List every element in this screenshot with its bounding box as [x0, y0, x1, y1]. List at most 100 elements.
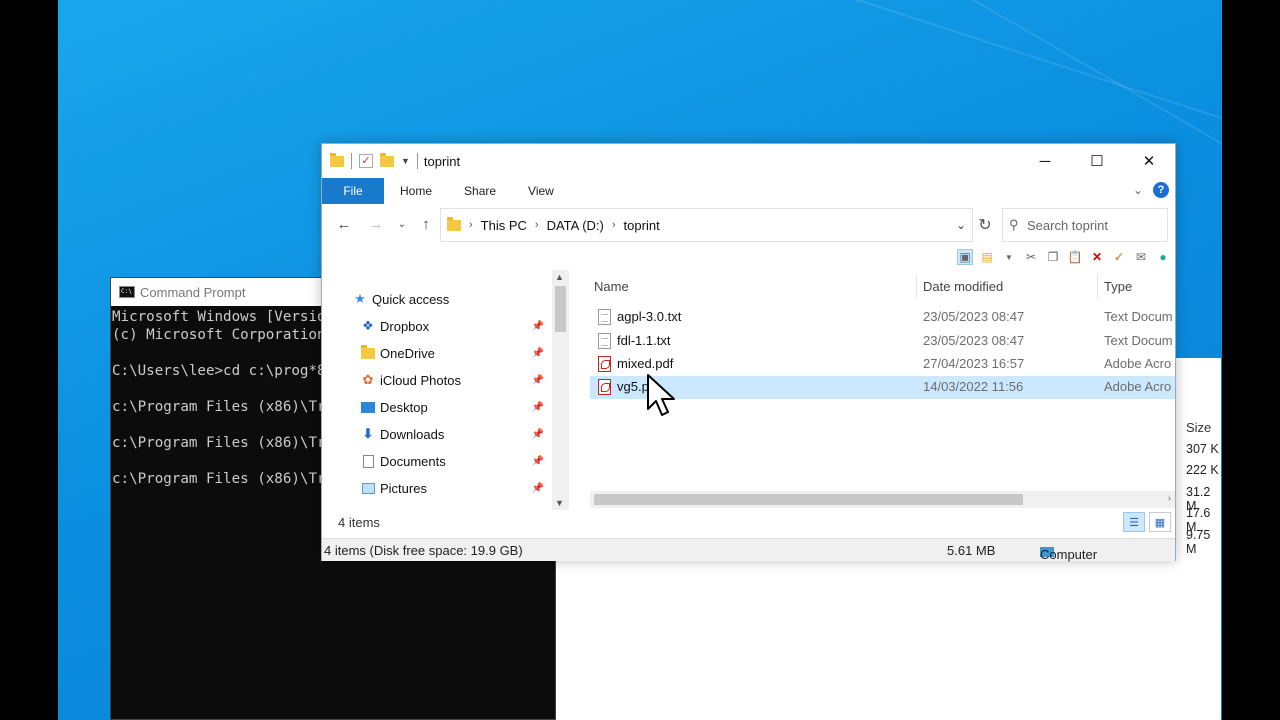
delete-icon[interactable]: ✕ — [1089, 249, 1105, 265]
new-folder-icon[interactable] — [380, 152, 394, 167]
icloud-photos-icon: ✿ — [362, 372, 374, 387]
nav-pane-scrollbar[interactable]: ▲ ▼ — [552, 270, 569, 510]
nav-label: Desktop — [380, 399, 428, 415]
customize-toolbar-icon[interactable]: ▼ — [401, 156, 410, 166]
preview-pane-icon[interactable]: ▣ — [957, 249, 973, 265]
size-value: 222 K — [1186, 463, 1219, 477]
cmd-icon — [119, 286, 135, 298]
dropdown-icon[interactable]: ▼ — [1001, 249, 1017, 265]
column-header-date-modified[interactable]: Date modified — [923, 274, 1003, 298]
status-bar: 4 items (Disk free space: 19.9 GB) 5.61 … — [322, 538, 1175, 562]
nav-quick-access[interactable]: ★ Quick access — [352, 286, 570, 312]
pictures-icon — [360, 481, 376, 495]
cmd-line: (c) Microsoft Corporation — [112, 327, 326, 343]
background-size-column: Size 307 K 222 K 31.2 M 17.6 M 9.75 M — [1176, 412, 1222, 556]
paste-icon[interactable]: 📋 — [1067, 249, 1083, 265]
file-name: vg5.p — [617, 379, 649, 394]
file-type: Text Docum — [1104, 309, 1173, 324]
chevron-right-icon[interactable]: › — [535, 219, 539, 231]
scroll-up-icon[interactable]: ▲ — [555, 272, 564, 282]
nav-desktop[interactable]: Desktop 📌 — [360, 394, 550, 420]
scroll-right-icon[interactable]: › — [1168, 493, 1171, 503]
address-dropdown-icon[interactable]: ⌄ — [956, 218, 966, 232]
dropbox-icon: ❖ — [362, 318, 374, 333]
file-name: fdl-1.1.txt — [617, 333, 671, 348]
expand-ribbon-icon[interactable]: ⌄ — [1133, 183, 1143, 197]
pin-icon[interactable]: 📌 — [532, 456, 544, 467]
close-button[interactable]: ✕ — [1123, 144, 1175, 178]
column-header-name[interactable]: Name — [594, 274, 629, 298]
pin-icon[interactable]: 📌 — [532, 402, 544, 413]
address-bar[interactable]: › This PC › DATA (D:) › toprint ⌄ — [440, 208, 973, 242]
large-icons-view-icon[interactable]: ▦ — [1149, 512, 1171, 532]
details-view-icon[interactable]: ☰ — [1123, 512, 1145, 532]
scroll-thumb[interactable] — [594, 494, 1023, 505]
rename-icon[interactable]: ✓ — [1111, 249, 1127, 265]
help-icon[interactable]: ? — [1153, 182, 1169, 198]
scroll-thumb[interactable] — [555, 286, 566, 332]
refresh-button[interactable]: ↻ — [968, 208, 1002, 242]
breadcrumb-this-pc[interactable]: This PC — [481, 218, 527, 233]
star-icon: ★ — [354, 291, 366, 306]
tab-file[interactable]: File — [322, 178, 384, 204]
search-input[interactable]: ⚲ Search toprint — [1002, 208, 1168, 242]
breadcrumb-toprint[interactable]: toprint — [624, 218, 660, 233]
web-icon[interactable]: ● — [1155, 249, 1171, 265]
tab-view[interactable]: View — [512, 178, 570, 204]
nav-documents[interactable]: Documents 📌 — [360, 448, 550, 474]
maximize-button[interactable]: ☐ — [1071, 144, 1123, 178]
tab-share[interactable]: Share — [448, 178, 512, 204]
file-date: 23/05/2023 08:47 — [923, 333, 1025, 348]
pdf-file-icon — [598, 356, 611, 372]
explorer-titlebar[interactable]: ✓ ▼ toprint ─ ☐ ✕ — [322, 144, 1175, 178]
folder-options-icon[interactable]: ▤ — [979, 249, 995, 265]
scroll-down-icon[interactable]: ▼ — [555, 498, 564, 508]
file-row[interactable]: fdl-1.1.txt 23/05/2023 08:47 Text Docum — [590, 330, 1175, 353]
size-column-header: Size — [1186, 420, 1212, 435]
nav-downloads[interactable]: ⬇ Downloads 📌 — [360, 421, 550, 447]
status-free-space: 4 items (Disk free space: 19.9 GB) — [324, 543, 523, 558]
recent-locations-button[interactable]: ⌄ — [390, 219, 414, 230]
file-row[interactable]: agpl-3.0.txt 23/05/2023 08:47 Text Docum — [590, 306, 1175, 329]
forward-button[interactable]: → — [364, 216, 388, 233]
column-header-type[interactable]: Type — [1104, 274, 1132, 298]
nav-label: iCloud Photos — [380, 372, 461, 388]
file-type: Text Docum — [1104, 333, 1173, 348]
folder-icon[interactable] — [330, 152, 344, 167]
file-list-horizontal-scrollbar[interactable]: › — [590, 491, 1175, 508]
file-name: mixed.pdf — [617, 356, 674, 371]
nav-label: Downloads — [380, 426, 445, 442]
nav-icloud-photos[interactable]: ✿ iCloud Photos 📌 — [360, 367, 550, 393]
breadcrumb-data-drive[interactable]: DATA (D:) — [547, 218, 604, 233]
pin-icon[interactable]: 📌 — [532, 483, 544, 494]
chevron-right-icon[interactable]: › — [469, 219, 473, 231]
navigation-pane: ★ Quick access ❖ Dropbox 📌 OneDrive 📌 ✿ … — [322, 270, 570, 510]
pin-icon[interactable]: 📌 — [532, 321, 544, 332]
chevron-right-icon[interactable]: › — [612, 219, 616, 231]
folder-icon — [360, 344, 376, 360]
sort-indicator-icon: ^ — [745, 270, 749, 274]
pin-icon[interactable]: 📌 — [532, 348, 544, 359]
desktop-icon — [360, 400, 376, 414]
nav-onedrive[interactable]: OneDrive 📌 — [360, 340, 550, 366]
nav-dropbox[interactable]: ❖ Dropbox 📌 — [360, 313, 550, 339]
email-icon[interactable]: ✉ — [1133, 249, 1149, 265]
nav-label: Dropbox — [380, 318, 430, 334]
copy-icon[interactable]: ❐ — [1045, 249, 1061, 265]
pin-icon[interactable]: 📌 — [532, 375, 544, 386]
nav-pictures[interactable]: Pictures 📌 — [360, 475, 550, 501]
file-date: 27/04/2023 16:57 — [923, 356, 1025, 371]
navigation-bar: ← → ⌄ ↑ › This PC › DATA (D:) › toprint … — [322, 206, 1175, 242]
back-button[interactable]: ← — [332, 216, 356, 233]
cut-icon[interactable]: ✂ — [1023, 249, 1039, 265]
command-toolbar: ▣ ▤ ▼ ✂ ❐ 📋 ✕ ✓ ✉ ● — [957, 246, 1171, 268]
file-type: Adobe Acro — [1104, 356, 1172, 371]
properties-icon[interactable]: ✓ — [359, 154, 373, 168]
tab-home[interactable]: Home — [384, 178, 448, 204]
pdf-file-icon — [598, 379, 611, 395]
item-count: 4 items — [338, 515, 380, 530]
up-button[interactable]: ↑ — [414, 216, 438, 233]
pin-icon[interactable]: 📌 — [532, 429, 544, 440]
minimize-button[interactable]: ─ — [1019, 144, 1071, 178]
file-explorer-window[interactable]: ✓ ▼ toprint ─ ☐ ✕ File Home Share View ⌄… — [321, 143, 1176, 562]
